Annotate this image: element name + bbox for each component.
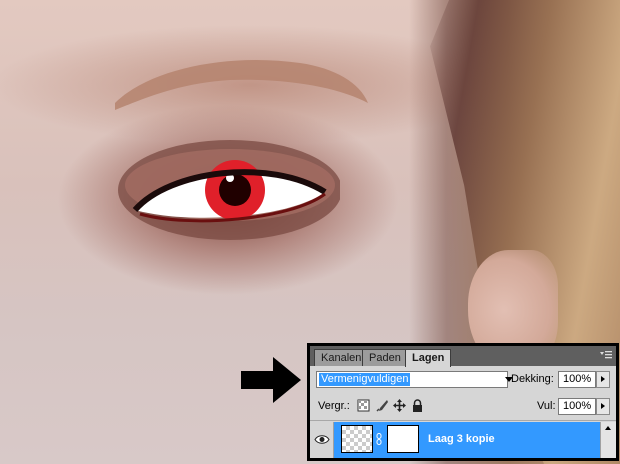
- tab-kanalen[interactable]: Kanalen: [314, 349, 369, 366]
- opacity-label: Dekking:: [511, 373, 554, 385]
- lock-fill-row: Vergr.: Vul: 100%: [310, 396, 616, 418]
- divider: [310, 420, 616, 421]
- blend-mode-select[interactable]: Vermenigvuldigen: [316, 371, 513, 388]
- lock-move-icon[interactable]: [393, 399, 406, 412]
- blend-mode-value: Vermenigvuldigen: [319, 373, 411, 386]
- link-icon[interactable]: [376, 433, 382, 445]
- layer-mask-thumbnail[interactable]: [387, 425, 419, 453]
- photo-eye: [118, 140, 340, 240]
- fill-slider-button[interactable]: [596, 398, 610, 415]
- lock-transparent-icon[interactable]: [357, 399, 370, 412]
- lock-paint-icon[interactable]: [376, 399, 389, 412]
- blend-opacity-row: Vermenigvuldigen Dekking: 100%: [310, 370, 616, 392]
- layers-panel: Kanalen Paden Lagen Vermenigvuldigen Dek…: [307, 343, 619, 461]
- layer-name[interactable]: Laag 3 kopie: [428, 433, 495, 445]
- tab-lagen[interactable]: Lagen: [405, 349, 452, 367]
- layer-thumbnail[interactable]: [341, 425, 373, 453]
- tab-paden[interactable]: Paden: [362, 349, 408, 366]
- panel-menu-icon[interactable]: [600, 350, 612, 360]
- opacity-field[interactable]: 100%: [558, 371, 596, 388]
- eye-icon: [314, 435, 330, 444]
- lock-label: Vergr.:: [318, 400, 350, 412]
- layer-visibility-toggle[interactable]: [310, 422, 334, 458]
- opacity-slider-button[interactable]: [596, 371, 610, 388]
- layers-scrollbar[interactable]: [600, 422, 616, 458]
- photo-eyebrow: [115, 59, 368, 110]
- panel-tab-bar: Kanalen Paden Lagen: [310, 346, 616, 367]
- fill-field[interactable]: 100%: [558, 398, 596, 415]
- fill-label: Vul:: [537, 400, 556, 412]
- pointer-arrow: [241, 357, 301, 403]
- layer-row[interactable]: Laag 3 kopie: [310, 422, 600, 458]
- lock-all-icon[interactable]: [411, 399, 424, 412]
